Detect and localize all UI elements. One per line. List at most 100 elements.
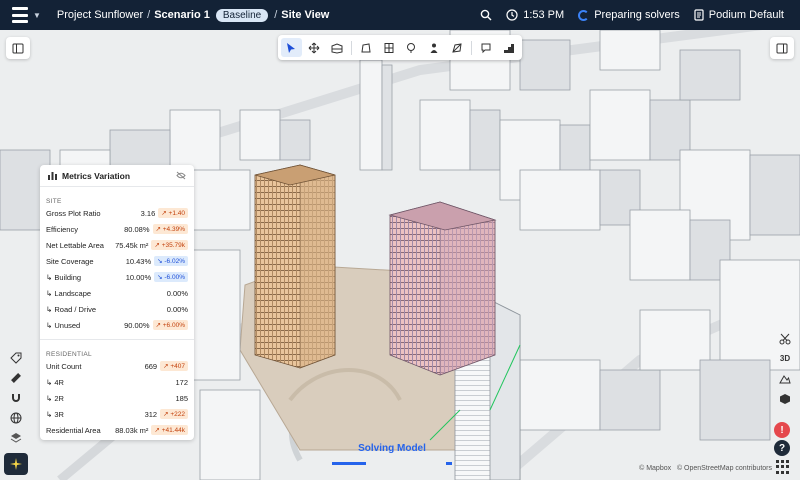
hide-eye-icon[interactable] (176, 171, 186, 180)
layers-icon (10, 433, 22, 443)
metric-value: 185 (175, 393, 188, 403)
globe-tool[interactable] (6, 410, 26, 426)
residential-section-label: RESIDENTIAL (46, 351, 92, 358)
view-3d-toggle[interactable]: 3D (775, 350, 795, 367)
building-tool[interactable] (326, 38, 347, 57)
site-metrics: Gross Plot Ratio 3.16 ↗ +1.40 Efficiency 80.… (40, 205, 194, 333)
metric-label: ↳ Building (46, 272, 82, 282)
metrics-header: Metrics Variation (40, 165, 194, 187)
breadcrumb-view: Site View (281, 9, 330, 21)
solving-progress-tail (446, 462, 452, 465)
ruler-tool[interactable] (6, 370, 26, 386)
osm-attribution[interactable]: © OpenStreetMap contributors (677, 465, 772, 472)
metric-delta-badge: ↗ +222 (160, 409, 188, 419)
solving-label: Solving Model (358, 443, 426, 454)
globe-icon (10, 412, 22, 424)
scissors-tool[interactable] (775, 330, 795, 347)
metric-row: ↳ Building 10.00% ↘ -6.00% (40, 269, 194, 285)
app-logo-icon[interactable] (12, 7, 28, 23)
layers-tool[interactable] (6, 430, 26, 446)
help-button[interactable]: ? (774, 440, 790, 456)
left-tool-column (6, 350, 26, 446)
tree-icon (407, 42, 416, 53)
steps-tool[interactable] (498, 38, 519, 57)
select-tool[interactable] (281, 38, 302, 57)
metric-row: ↳ Road / Drive 0.00% (40, 301, 194, 317)
metrics-title: Metrics Variation (62, 170, 131, 181)
bar-chart-icon (48, 172, 57, 180)
metric-label: ↳ 2R (46, 393, 64, 403)
metric-label: Site Coverage (46, 256, 94, 266)
trend-up-icon: ↗ (154, 427, 162, 434)
search-button[interactable] (480, 9, 492, 21)
document-icon (694, 9, 704, 21)
site-section-label: SITE (46, 198, 62, 205)
drawing-toolbar (278, 35, 522, 60)
time-display[interactable]: 1:53 PM (506, 9, 564, 21)
magnet-icon (12, 394, 20, 402)
metric-label: ↳ Road / Drive (46, 304, 97, 314)
metric-delta-badge: ↗ +1.40 (158, 208, 188, 218)
ruler-icon (11, 373, 21, 383)
sidebar-right-icon (776, 43, 788, 53)
cursor-icon (287, 42, 296, 53)
metric-row: ↳ 4R 172 (40, 374, 194, 390)
metrics-variation-panel: Metrics Variation SITE Gross Plot Ratio 3… (40, 165, 194, 440)
trend-up-icon: ↗ (155, 322, 163, 329)
map-attribution: © Mapbox © OpenStreetMap contributors (639, 465, 772, 472)
terrain-icon (779, 374, 791, 383)
person-icon (430, 43, 438, 53)
move-icon (308, 42, 320, 53)
cube-tool[interactable] (775, 390, 795, 407)
terrain-tool[interactable] (775, 370, 795, 387)
floor-tool[interactable] (378, 38, 399, 57)
metric-delta-value: -6.02% (164, 258, 185, 265)
ai-assist-button[interactable] (4, 453, 28, 475)
metric-value: 669 (144, 361, 158, 371)
top-bar: ▼ Project Sunflower / Scenario 1 Baselin… (0, 0, 800, 30)
apps-grid-icon[interactable] (776, 460, 790, 474)
residential-metrics: Unit Count 669 ↗ +407 ↳ 4R 172 ↳ 2R 185 ↳ 3R 312… (40, 358, 194, 438)
solving-progress-fill (332, 462, 366, 465)
mapbox-attribution[interactable]: © Mapbox (639, 465, 671, 472)
plot-tool[interactable] (356, 38, 377, 57)
tree-tool[interactable] (401, 38, 422, 57)
left-panel-toggle[interactable] (6, 37, 30, 59)
metric-row: Gross Plot Ratio 3.16 ↗ +1.40 (40, 205, 194, 221)
solver-status[interactable]: Preparing solvers (578, 9, 680, 21)
metric-row: ↳ 2R 185 (40, 390, 194, 406)
breadcrumb-project[interactable]: Project Sunflower (57, 9, 143, 21)
metric-label: Net Lettable Area (46, 240, 104, 250)
magnet-tool[interactable] (6, 390, 26, 406)
sidebar-left-icon (12, 43, 24, 53)
metric-label: ↳ Landscape (46, 288, 92, 298)
solving-status: Solving Model (332, 443, 452, 465)
metric-value: 312 (144, 409, 158, 419)
comment-tool[interactable] (476, 38, 497, 57)
metric-delta-value: +35.79k (161, 242, 185, 249)
metric-value: 75.45k m² (115, 240, 149, 250)
metric-delta-value: +4.39% (162, 226, 185, 233)
metric-row: Residential Area 88.03k m² ↗ +41.44k (40, 422, 194, 438)
sparkle-icon (10, 458, 22, 470)
metric-row: ↳ Landscape 0.00% (40, 285, 194, 301)
metric-row: Efficiency 80.08% ↗ +4.39% (40, 221, 194, 237)
metric-value: 0.00% (166, 288, 188, 298)
chevron-down-icon[interactable]: ▼ (33, 11, 41, 20)
metric-label: ↳ 3R (46, 409, 64, 419)
right-panel-toggle[interactable] (770, 37, 794, 59)
tag-icon (10, 352, 22, 364)
alert-badge[interactable]: ! (774, 422, 790, 438)
tag-tool[interactable] (6, 350, 26, 366)
metric-delta-value: +6.00% (162, 322, 185, 329)
metric-value: 3.16 (140, 208, 156, 218)
metric-row: Site Coverage 10.43% ↘ -6.02% (40, 253, 194, 269)
podium-selector[interactable]: Podium Default (694, 9, 784, 21)
measure-tool[interactable] (446, 38, 467, 57)
metric-value: 172 (175, 377, 188, 387)
breadcrumb-scenario[interactable]: Scenario 1 (154, 9, 210, 21)
move-tool[interactable] (304, 38, 325, 57)
metric-row: ↳ Unused 90.00% ↗ +6.00% (40, 317, 194, 333)
metric-label: Unit Count (46, 361, 82, 371)
person-tool[interactable] (424, 38, 445, 57)
